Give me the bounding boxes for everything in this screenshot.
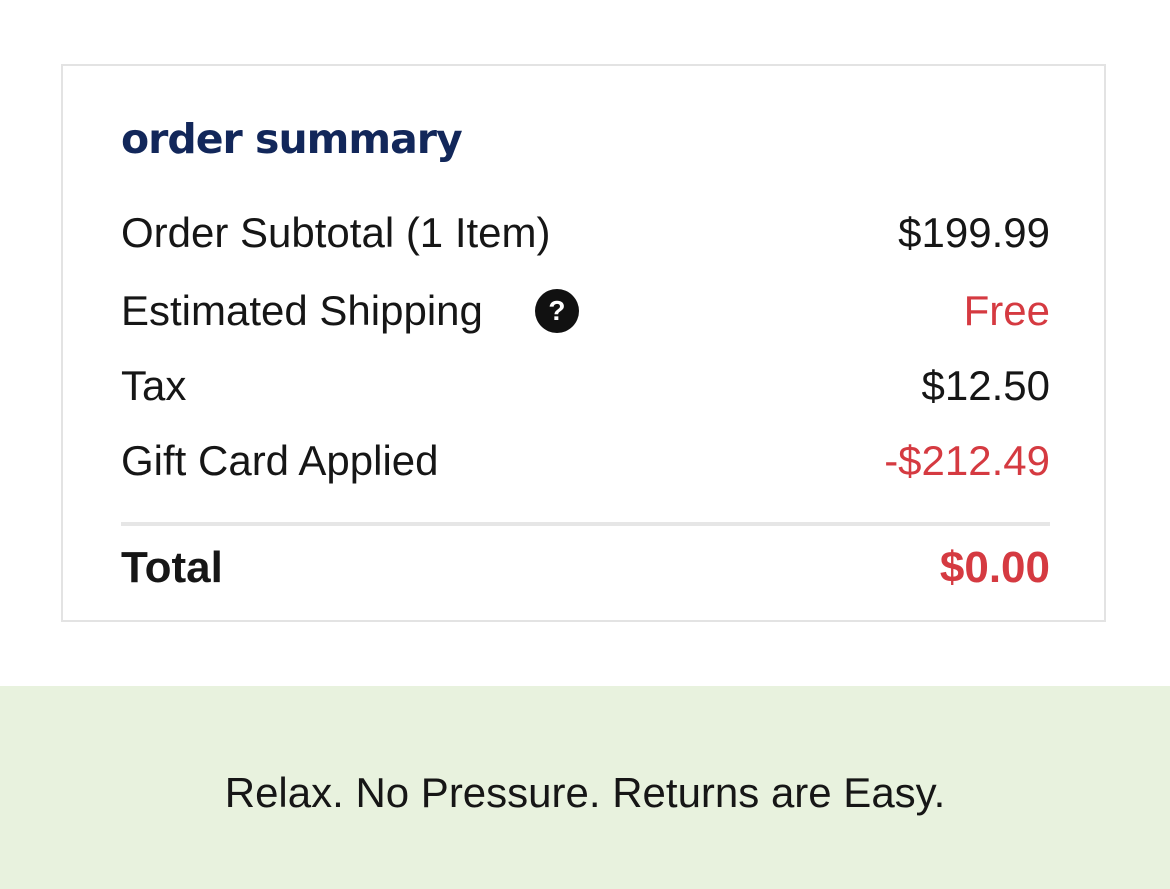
- shipping-row: Estimated Shipping ? Free: [121, 281, 1050, 341]
- shipping-label-group: Estimated Shipping ?: [121, 287, 579, 335]
- gift-card-label: Gift Card Applied: [121, 437, 439, 484]
- total-label: Total: [121, 543, 223, 592]
- subtotal-row: Order Subtotal (1 Item) $199.99: [121, 203, 1050, 263]
- subtotal-label: Order Subtotal (1 Item): [121, 209, 551, 256]
- tax-value: $12.50: [921, 362, 1050, 409]
- order-summary-card: order summary Order Subtotal (1 Item) $1…: [61, 64, 1106, 622]
- gift-card-value: -$212.49: [884, 437, 1050, 484]
- order-summary-title: order summary: [121, 115, 463, 163]
- total-divider: [121, 522, 1050, 526]
- question-circle-icon[interactable]: ?: [534, 289, 579, 333]
- tax-row: Tax $12.50: [121, 356, 1050, 416]
- total-value: $0.00: [939, 543, 1050, 592]
- returns-banner-text: Relax. No Pressure. Returns are Easy.: [224, 768, 946, 816]
- shipping-label: Estimated Shipping: [121, 287, 483, 334]
- order-summary-page: order summary Order Subtotal (1 Item) $1…: [0, 0, 1170, 889]
- gift-card-row: Gift Card Applied -$212.49: [121, 431, 1050, 491]
- subtotal-value: $199.99: [898, 209, 1050, 256]
- tax-label: Tax: [121, 362, 187, 409]
- returns-banner: Relax. No Pressure. Returns are Easy.: [0, 686, 1170, 889]
- shipping-value: Free: [963, 287, 1050, 334]
- total-row: Total $0.00: [121, 538, 1050, 598]
